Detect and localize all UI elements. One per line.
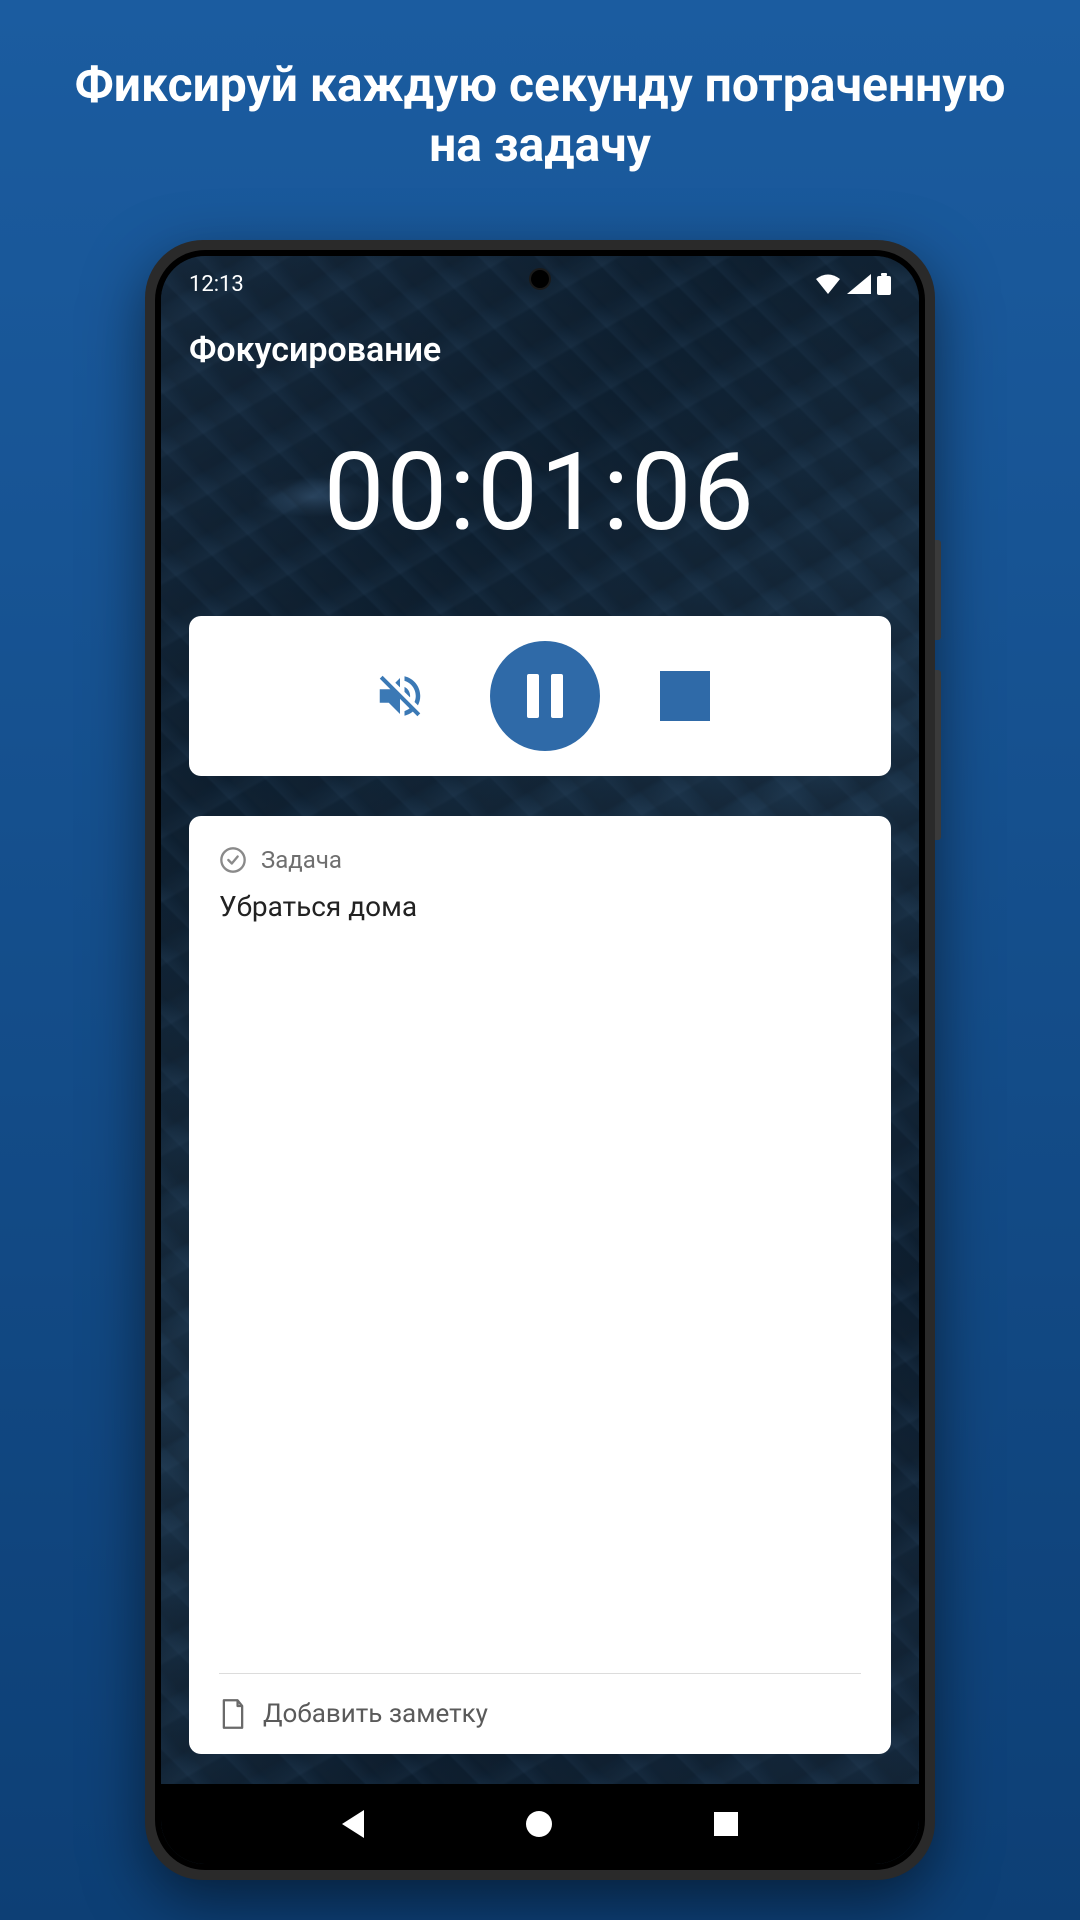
phone-side-button-2	[935, 670, 941, 840]
mute-button[interactable]	[370, 666, 430, 726]
task-label: Задача	[261, 846, 342, 874]
add-note-button[interactable]: Добавить заметку	[219, 1674, 861, 1754]
screen: 12:13 Фокусирование 00:01:06	[161, 256, 919, 1864]
nav-recent-button[interactable]	[714, 1812, 738, 1836]
wifi-icon	[815, 274, 841, 294]
nav-back-button[interactable]	[342, 1810, 364, 1838]
camera-notch	[529, 268, 551, 290]
status-time: 12:13	[189, 272, 244, 297]
pause-button[interactable]	[490, 641, 600, 751]
phone-side-button	[935, 540, 941, 640]
nav-home-button[interactable]	[526, 1811, 552, 1837]
task-name: Убраться дома	[219, 890, 861, 1673]
controls-card	[189, 616, 891, 776]
note-icon	[219, 1698, 247, 1730]
signal-icon	[847, 274, 871, 294]
pause-icon	[527, 674, 563, 718]
timer-display: 00:01:06	[189, 430, 891, 556]
task-header: Задача	[219, 846, 861, 874]
page-title: Фокусирование	[189, 330, 891, 370]
status-icons	[815, 273, 891, 295]
mute-icon	[373, 669, 427, 723]
app-content: Фокусирование 00:01:06	[161, 312, 919, 1784]
phone-inner: 12:13 Фокусирование 00:01:06	[155, 250, 925, 1870]
battery-icon	[877, 273, 891, 295]
phone-frame: 12:13 Фокусирование 00:01:06	[145, 240, 935, 1880]
promo-title: Фиксируй каждую секунду потраченную на з…	[0, 0, 1080, 175]
task-card: Задача Убраться дома Добавить заметку	[189, 816, 891, 1754]
stop-button[interactable]	[660, 671, 710, 721]
nav-bar	[161, 1784, 919, 1864]
add-note-label: Добавить заметку	[263, 1699, 488, 1729]
check-circle-icon	[219, 846, 247, 874]
